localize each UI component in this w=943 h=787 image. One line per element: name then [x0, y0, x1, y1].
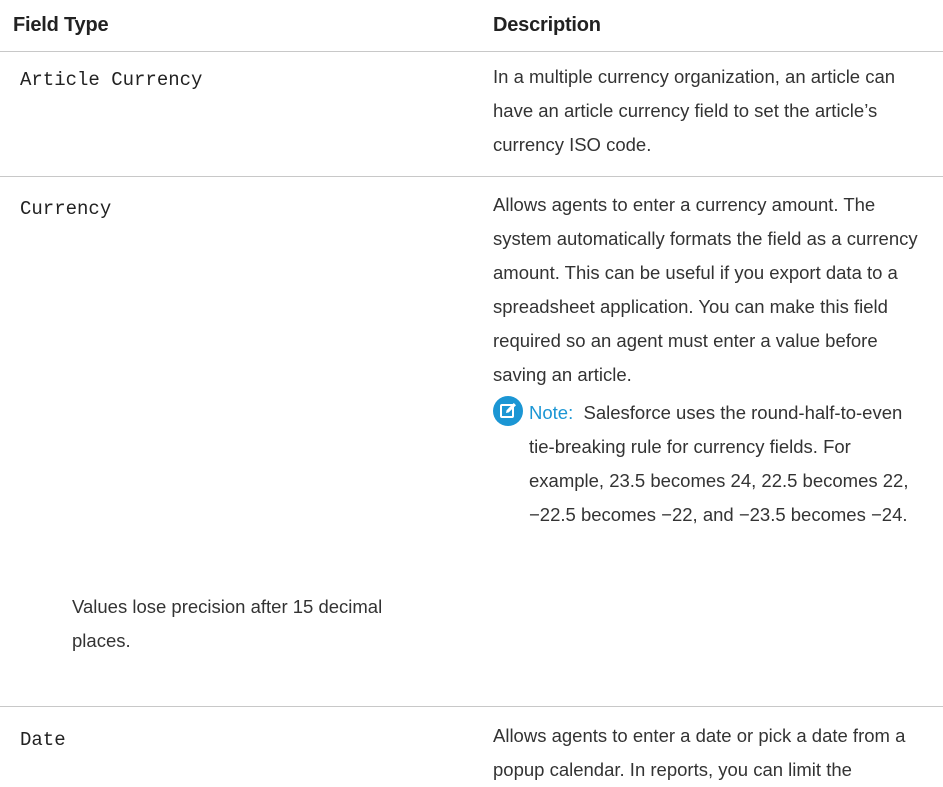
note-body: Salesforce uses the round-half-to-even t…	[529, 402, 909, 525]
row-divider	[0, 706, 943, 707]
note-label: Note:	[529, 402, 574, 423]
field-type-cell: Currency	[20, 198, 112, 220]
column-header-description: Description	[493, 14, 601, 36]
column-header-field-type: Field Type	[13, 14, 109, 36]
note-text: Note: Salesforce uses the round-half-to-…	[529, 396, 929, 532]
field-type-cell: Date	[20, 729, 66, 751]
table-header-row: Field Type Description	[0, 0, 943, 52]
description-cell: Allows agents to enter a date or pick a …	[493, 725, 906, 780]
description-cell: In a multiple currency organization, an …	[493, 66, 896, 155]
field-type-cell: Article Currency	[20, 69, 203, 91]
row-divider	[0, 176, 943, 177]
note-extra-text: Values lose precision after 15 decimal p…	[72, 596, 383, 651]
description-cell: Allows agents to enter a currency amount…	[493, 194, 918, 385]
note-edit-icon	[493, 396, 523, 426]
